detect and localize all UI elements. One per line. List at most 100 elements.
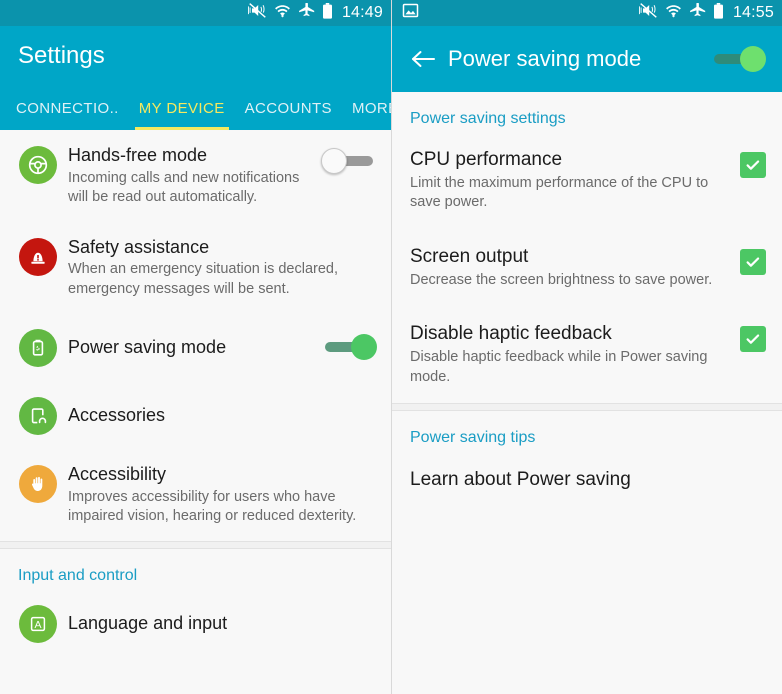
cpu-performance-subtitle: Limit the maximum performance of the CPU… [410,174,709,211]
hands-free-icon-wrap [16,144,60,184]
power-saving-content: Power saving settings CPU performance Li… [392,92,782,694]
list-item-power-saving-mode[interactable]: Power saving mode [0,313,391,381]
page-title: Settings [18,42,105,69]
tab-connections-label: CONNECTIO.. [16,99,119,117]
power-saving-app-bar: Power saving mode [392,26,782,92]
power-saving-mode-panel: 14:55 Power saving mode Power saving set… [391,0,782,694]
settings-app-bar: Settings CONNECTIO.. MY DEVICE ACCOUNTS … [0,26,391,130]
letter-a-icon: A [19,604,57,643]
power-saving-title: Power saving mode [68,337,227,357]
hand-icon [19,465,57,504]
section-header-input-and-control: Input and control [18,566,138,584]
list-item-hands-free-mode[interactable]: Hands-free mode Incoming calls and new n… [0,130,391,222]
screen-output-texts: Screen output Decrease the screen bright… [410,245,740,290]
tip-item-learn-about-power-saving[interactable]: Learn about Power saving [392,451,782,501]
airplane-mode-icon [689,2,706,23]
setting-row-disable-haptic-feedback[interactable]: Disable haptic feedback Disable haptic f… [392,306,782,403]
screen-output-control [740,245,766,275]
hands-free-control [321,144,377,174]
language-texts: Language and input [60,612,377,635]
power-saving-texts: Power saving mode [60,336,321,359]
section-header-power-saving-tips: Power saving tips [410,429,536,447]
setting-row-screen-output[interactable]: Screen output Decrease the screen bright… [392,229,782,306]
section-separator [0,540,391,549]
airplane-mode-icon [298,2,315,23]
list-item-accessories[interactable]: Accessories [0,381,391,449]
tab-more[interactable]: MORE [342,86,391,130]
battery-recycle-icon [19,329,57,368]
language-icon-wrap: A [16,603,60,643]
status-bar-left: 14:49 [0,0,391,26]
list-item-accessibility[interactable]: Accessibility Improves accessibility for… [0,449,391,541]
haptic-feedback-control [740,322,766,353]
tab-my-device[interactable]: MY DEVICE [129,86,235,130]
svg-text:A: A [34,619,41,631]
settings-list: Hands-free mode Incoming calls and new n… [0,130,391,694]
accessibility-icon-wrap [16,463,60,504]
accessories-texts: Accessories [60,404,377,427]
section-header-power-saving-settings: Power saving settings [410,110,566,127]
haptic-feedback-title: Disable haptic feedback [410,323,612,345]
power-saving-toggle[interactable] [321,334,377,361]
toggle-knob [351,334,377,361]
accessibility-texts: Accessibility Improves accessibility for… [60,463,377,527]
toggle-knob [740,46,766,72]
steering-wheel-icon [19,146,57,184]
setting-row-cpu-performance[interactable]: CPU performance Limit the maximum perfor… [392,132,782,229]
hands-free-toggle[interactable] [321,148,377,174]
back-arrow-icon[interactable] [406,42,440,76]
tab-connections[interactable]: CONNECTIO.. [6,86,129,130]
toggle-knob [321,148,347,174]
power-saving-master-toggle[interactable] [710,46,766,72]
tab-accounts[interactable]: ACCOUNTS [235,86,342,130]
safety-subtitle: When an emergency situation is declared,… [68,261,339,297]
list-item-safety-assistance[interactable]: Safety assistance When an emergency situ… [0,222,391,314]
alert-siren-icon [19,237,57,276]
tab-more-label: MORE [351,99,391,117]
power-saving-icon-wrap [16,327,60,368]
accessories-icon-wrap [16,395,60,436]
status-bar-right: 14:55 [392,0,782,26]
tab-my-device-label: MY DEVICE [138,99,225,117]
status-left-icons-right [402,3,419,23]
haptic-feedback-checkbox[interactable] [740,326,766,353]
dock-headphone-icon [19,397,57,436]
tab-accounts-label: ACCOUNTS [244,99,332,117]
dual-screenshot: 14:49 Settings CONNECTIO.. MY DEVICE ACC… [0,0,782,694]
status-time-right: 14:55 [732,4,774,21]
cpu-performance-checkbox[interactable] [740,152,766,178]
status-time-left: 14:49 [341,4,383,21]
screen-output-subtitle: Decrease the screen brightness to save p… [410,271,713,288]
tips-separator [392,403,782,412]
settings-panel: 14:49 Settings CONNECTIO.. MY DEVICE ACC… [0,0,391,694]
safety-title: Safety assistance [68,236,210,257]
mute-vibrate-off-icon [247,3,267,23]
haptic-feedback-texts: Disable haptic feedback Disable haptic f… [410,322,740,387]
status-right-icons-right: 14:55 [638,2,774,24]
wifi-icon [274,3,291,23]
battery-icon [713,2,724,24]
power-saving-title: Power saving mode [448,46,642,71]
hands-free-title: Hands-free mode [68,145,208,165]
haptic-feedback-subtitle: Disable haptic feedback while in Power s… [410,348,708,385]
screen-output-checkbox[interactable] [740,248,766,275]
screen-output-title: Screen output [410,245,529,267]
safety-texts: Safety assistance When an emergency situ… [60,236,377,300]
hands-free-subtitle: Incoming calls and new notifications wil… [68,169,300,206]
accessories-title: Accessories [68,405,166,425]
accessibility-subtitle: Improves accessibility for users who hav… [68,488,357,525]
language-title: Language and input [68,612,228,633]
list-item-language-and-input[interactable]: A Language and input [0,589,391,643]
safety-icon-wrap [16,236,60,276]
wifi-icon [665,3,682,23]
mute-vibrate-off-icon [638,3,658,23]
cpu-performance-texts: CPU performance Limit the maximum perfor… [410,148,740,213]
accessibility-title: Accessibility [68,464,167,485]
cpu-performance-title: CPU performance [410,149,563,170]
settings-tab-bar: CONNECTIO.. MY DEVICE ACCOUNTS MORE [0,86,391,130]
hands-free-texts: Hands-free mode Incoming calls and new n… [60,144,321,208]
power-saving-control [321,334,377,361]
battery-icon [322,2,333,24]
status-right-icons: 14:49 [247,2,383,24]
cpu-performance-control [740,148,766,178]
